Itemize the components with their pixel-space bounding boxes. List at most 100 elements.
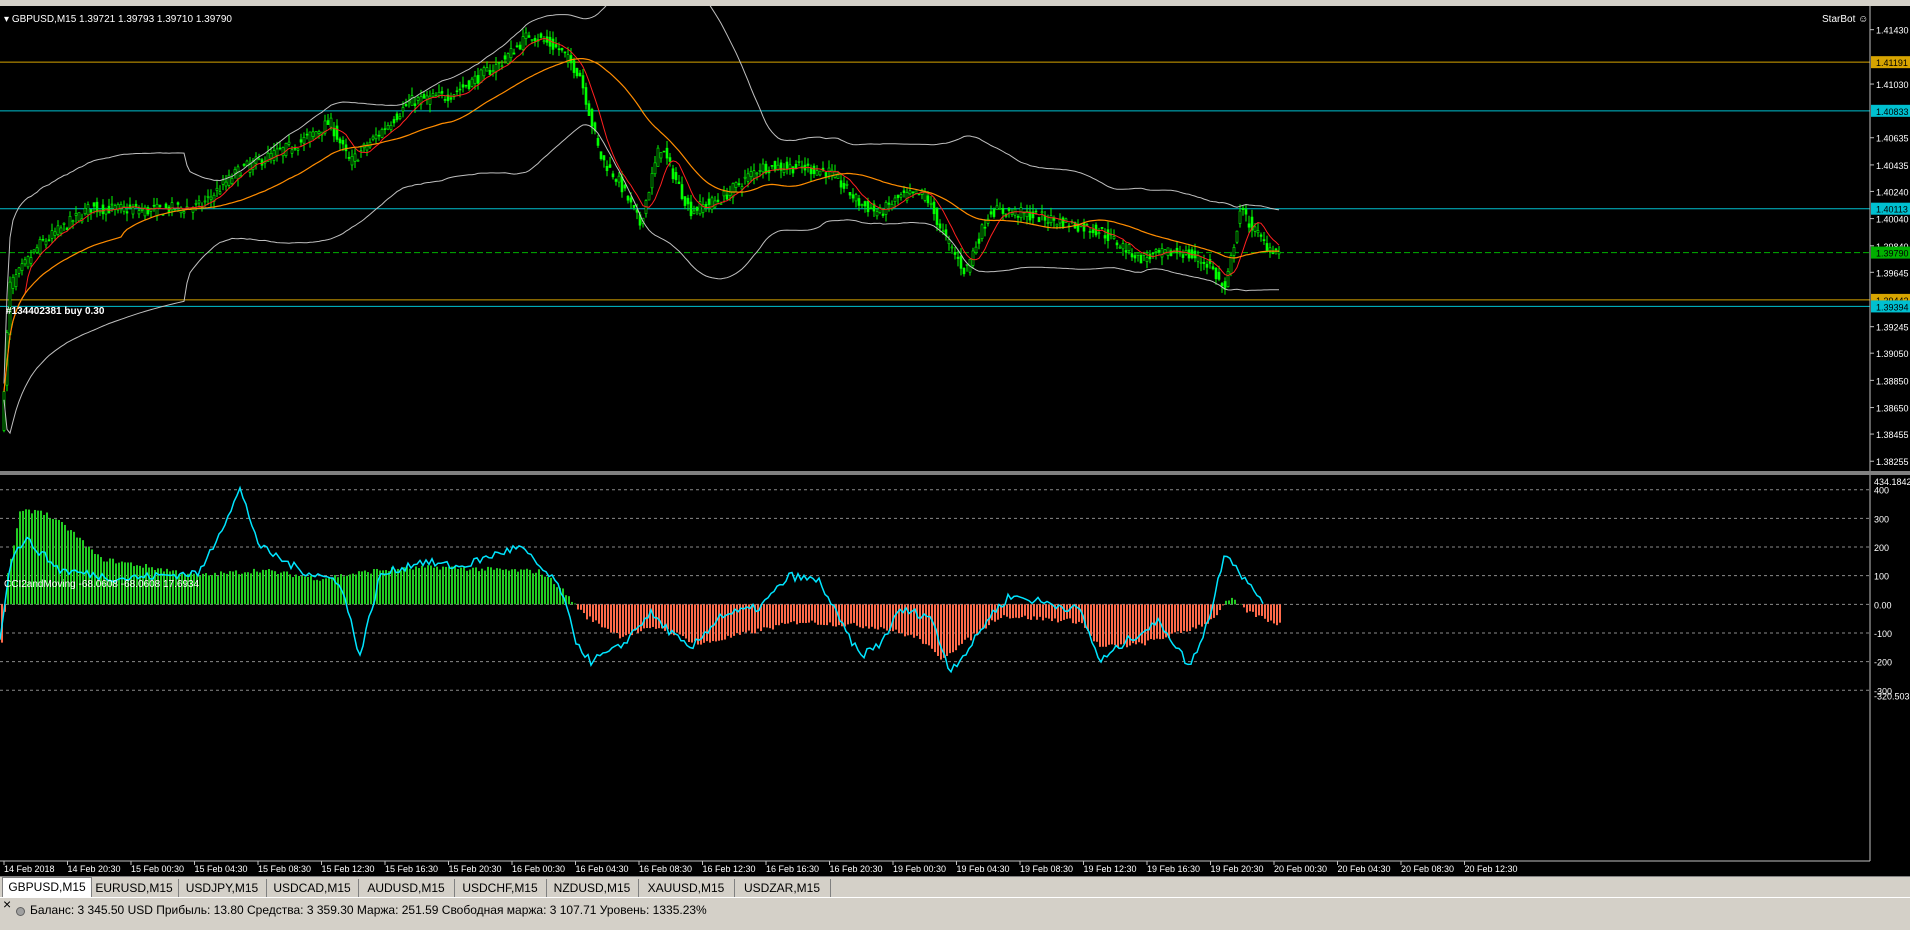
close-icon[interactable]: × <box>3 896 11 912</box>
tab-usdcad-m15[interactable]: USDCAD,M15 <box>266 879 359 897</box>
tab-xauusd-m15[interactable]: XAUUSD,M15 <box>638 879 735 897</box>
chart-menu-arrow-icon[interactable]: ▾ <box>4 14 9 25</box>
candle-body <box>29 257 33 264</box>
candle-body <box>338 138 342 144</box>
time-tick-label: 16 Feb 08:30 <box>639 864 692 874</box>
candle-body <box>923 192 927 201</box>
candle-body <box>851 194 855 199</box>
indicator-header: CCI2andMoving -68.0608 -68.0608 17.6934 <box>4 579 200 590</box>
candle-body <box>926 195 930 204</box>
tab-audusd-m15[interactable]: AUDUSD,M15 <box>358 879 455 897</box>
candle-body <box>887 202 891 205</box>
candle-body <box>1196 255 1200 262</box>
osc-tick-label: 0.00 <box>1874 600 1892 610</box>
candle-body <box>482 67 486 77</box>
candle-body <box>662 150 666 153</box>
candle-body <box>899 194 903 198</box>
candle-body <box>962 267 966 275</box>
candle-body <box>401 107 405 112</box>
candle-body <box>947 239 951 245</box>
candle-body <box>959 255 963 269</box>
candle-body <box>413 103 417 107</box>
candle-body <box>650 173 654 189</box>
candle-body <box>488 70 492 75</box>
candle-body <box>845 183 849 186</box>
candle-body <box>842 182 846 189</box>
candle-body <box>980 224 984 239</box>
candle-body <box>470 78 474 87</box>
candle-body <box>1010 212 1014 215</box>
candle-body <box>458 88 462 91</box>
candle-body <box>317 131 321 134</box>
candle-body <box>371 136 375 140</box>
candle-body <box>1205 264 1209 268</box>
time-tick-label: 14 Feb 20:30 <box>68 864 121 874</box>
candle-body <box>773 161 777 171</box>
candle-body <box>500 65 504 68</box>
price-tick-label: 1.41430 <box>1876 26 1909 36</box>
candle-body <box>581 75 585 89</box>
candle-body <box>1235 230 1239 243</box>
tab-usdjpy-m15[interactable]: USDJPY,M15 <box>178 879 267 897</box>
candle-body <box>524 32 528 39</box>
candle-body <box>989 211 993 215</box>
candle-body <box>356 160 360 162</box>
tab-eurusd-m15[interactable]: EURUSD,M15 <box>90 879 179 897</box>
candle-body <box>563 51 567 54</box>
candle-body <box>392 119 396 124</box>
price-tick-label: 1.38850 <box>1876 376 1909 386</box>
chart-window[interactable]: 1.41430 1.41191 1.41030 1.40833 1.40635 1.404… <box>0 6 1910 876</box>
candle-body <box>608 164 612 168</box>
candle-body <box>26 256 30 268</box>
candle-body <box>725 194 729 200</box>
candle-body <box>95 201 99 213</box>
candle-body <box>491 70 495 72</box>
price-tick-label: 1.38455 <box>1876 430 1909 440</box>
candle-body <box>656 147 660 167</box>
expert-name: StarBot <box>1822 14 1856 25</box>
candle-body <box>896 194 900 198</box>
price-tick-label: 1.40040 <box>1876 215 1909 225</box>
account-summary: Баланс: 3 345.50 USD Прибыль: 13.80 Сред… <box>30 903 707 917</box>
candle-body <box>722 190 726 197</box>
candle-body <box>671 168 675 180</box>
candle-body <box>674 172 678 181</box>
candle-body <box>599 151 603 160</box>
candle-body <box>1268 247 1272 252</box>
candle-body <box>1220 283 1224 287</box>
candle-body <box>203 200 207 203</box>
candle-body <box>560 47 564 51</box>
candle-body <box>836 174 840 179</box>
time-tick-label: 20 Feb 04:30 <box>1338 864 1391 874</box>
candle-body <box>1271 252 1275 255</box>
candle-body <box>404 104 408 107</box>
candle-body <box>428 95 432 105</box>
candle-body <box>590 108 594 127</box>
candle-body <box>956 256 960 259</box>
candle-body <box>548 36 552 47</box>
candle-body <box>83 208 87 215</box>
candle-body <box>542 40 546 43</box>
candle-body <box>1118 246 1122 249</box>
tab-usdzar-m15[interactable]: USDZAR,M15 <box>734 879 831 897</box>
candle-body <box>1190 249 1194 259</box>
candle-body <box>53 231 57 236</box>
candle-body <box>1040 211 1044 214</box>
time-tick-label: 14 Feb 2018 <box>4 864 55 874</box>
order-label[interactable]: #134402381 buy 0.30 <box>6 306 104 317</box>
candle-body <box>290 149 294 154</box>
candle-body <box>206 195 210 198</box>
candle-body <box>110 203 114 206</box>
pane-separator[interactable] <box>0 471 1910 475</box>
chart-canvas[interactable]: 1.41430 1.41191 1.41030 1.40833 1.40635 1.404… <box>0 6 1910 876</box>
tab-gbpusd-m15[interactable]: GBPUSD,M15 <box>2 877 92 898</box>
tab-usdchf-m15[interactable]: USDCHF,M15 <box>454 879 547 897</box>
candle-body <box>815 170 819 176</box>
candle-body <box>1046 222 1050 224</box>
candle-body <box>749 171 753 177</box>
candle-body <box>1199 261 1203 264</box>
candle-body <box>1139 255 1143 264</box>
tab-nzdusd-m15[interactable]: NZDUSD,M15 <box>546 879 639 897</box>
candle-body <box>503 55 507 60</box>
time-tick-label: 15 Feb 04:30 <box>195 864 248 874</box>
